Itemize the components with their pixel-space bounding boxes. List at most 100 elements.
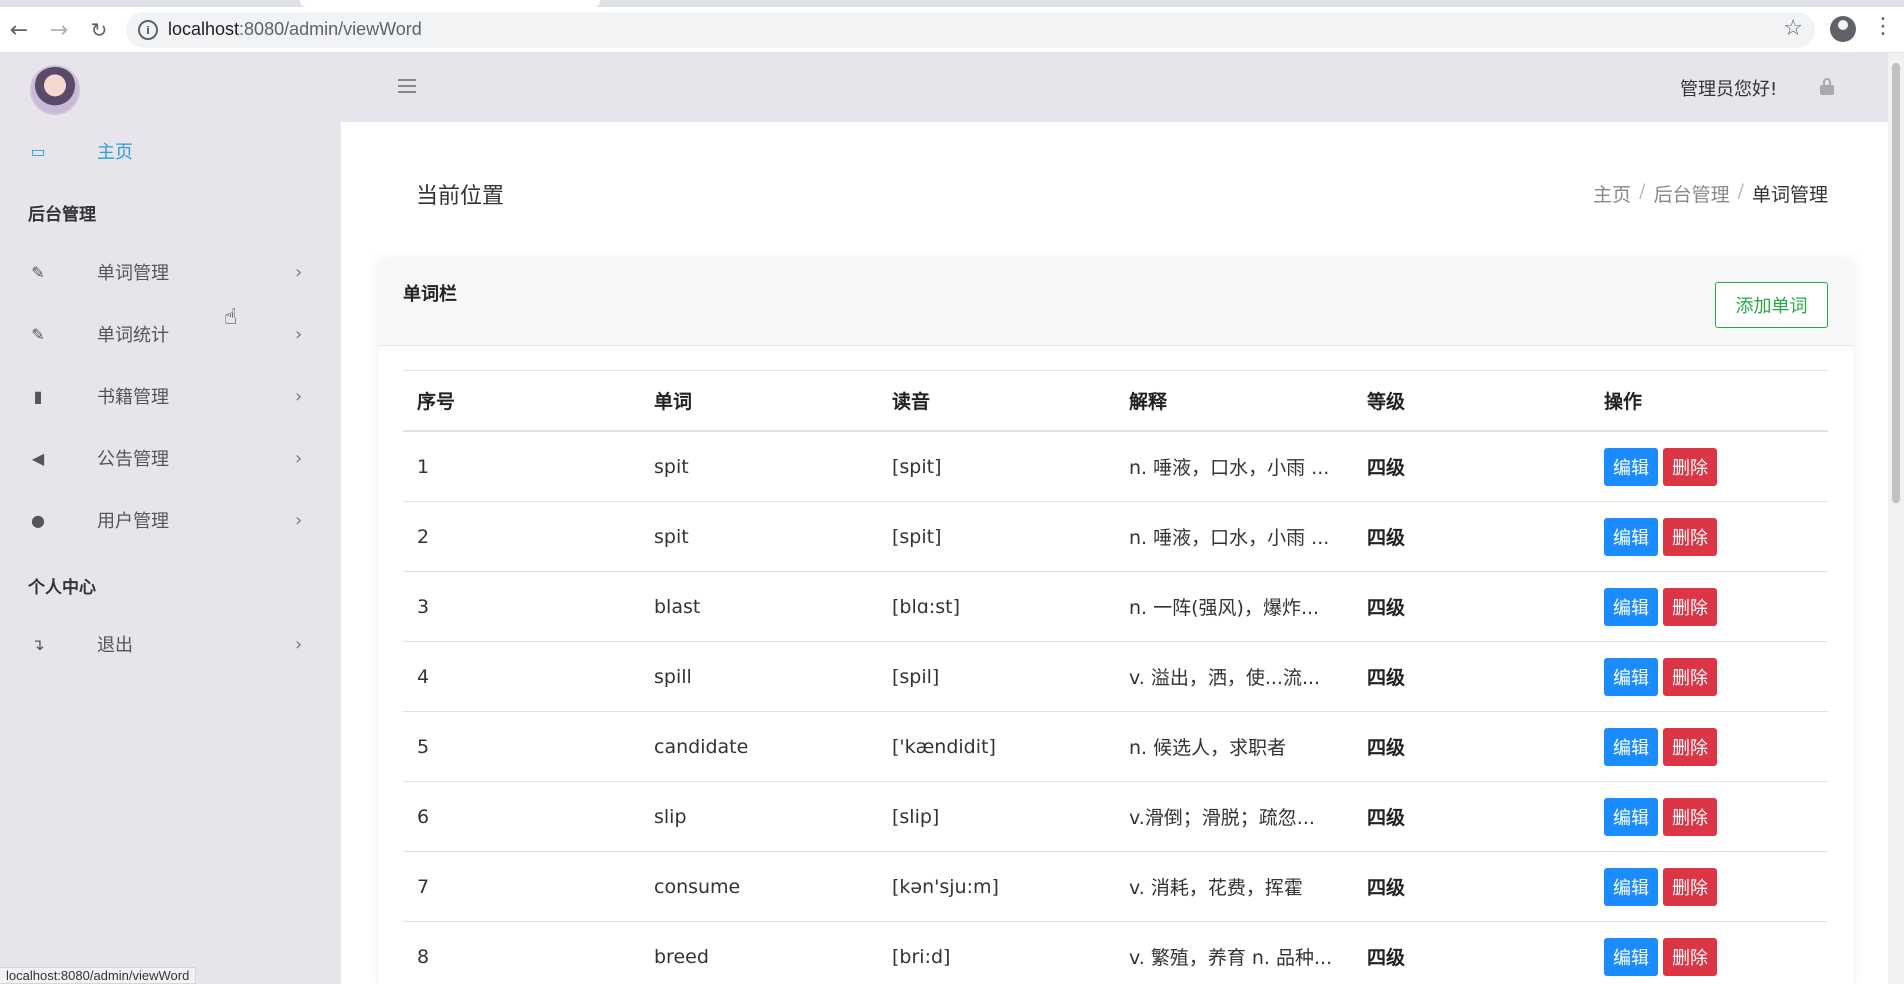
meaning-cell: v. 溢出，洒，使...流... xyxy=(1129,667,1321,689)
avatar[interactable] xyxy=(30,65,80,115)
sidebar-item-word-statistics[interactable]: ✎ 单词统计 › xyxy=(0,314,341,354)
row-number: 1 xyxy=(417,455,430,478)
main-content: 当前位置 主页 / 后台管理 / 单词管理 单词栏 添加单词 序号 单词 读音 解释… xyxy=(341,122,1888,984)
table-row: 6 slip [slip] v.滑倒；滑脱；疏忽... 四级 编辑 删除 xyxy=(403,782,1828,852)
meaning-cell: n. 一阵(强风)，爆炸... xyxy=(1129,597,1320,619)
breadcrumb-home[interactable]: 主页 xyxy=(1593,180,1631,207)
back-arrow-icon[interactable]: ← xyxy=(4,15,34,45)
meaning-cell: n. 候选人，求职者 xyxy=(1129,737,1287,759)
column-header: 单词 xyxy=(654,391,693,413)
column-header: 等级 xyxy=(1367,391,1406,413)
edit-button[interactable]: 编辑 xyxy=(1604,657,1658,696)
table-row: 5 candidate ['kændidit] n. 候选人，求职者 四级 编辑 删除 xyxy=(403,712,1828,782)
tab-strip xyxy=(0,0,1904,7)
actions-cell: 编辑 删除 xyxy=(1604,642,1824,711)
row-number: 5 xyxy=(417,735,430,758)
level-cell: 四级 xyxy=(1367,947,1406,969)
sidebar-item-home[interactable]: ▭ 主页 xyxy=(0,131,341,171)
word-cell: candidate xyxy=(654,735,749,758)
info-icon[interactable]: i xyxy=(138,20,158,40)
hamburger-menu-icon[interactable] xyxy=(398,79,416,93)
column-header: 序号 xyxy=(417,391,456,413)
level-cell: 四级 xyxy=(1367,807,1406,829)
breadcrumb-admin[interactable]: 后台管理 xyxy=(1654,180,1730,207)
phonetic-cell: [spil] xyxy=(892,665,940,688)
table-header: 序号 单词 读音 解释 等级 操作 xyxy=(403,370,1828,432)
sidebar-item-book-management[interactable]: ▮ 书籍管理 › xyxy=(0,376,341,416)
word-card: 单词栏 添加单词 序号 单词 读音 解释 等级 操作 1 spit [spit] n.… xyxy=(379,260,1853,984)
sidebar-item-word-management[interactable]: ✎ 单词管理 › xyxy=(0,252,341,292)
column-header: 读音 xyxy=(892,391,931,413)
phonetic-cell: [spit] xyxy=(892,455,942,478)
url-path: :8080/admin/viewWord xyxy=(239,19,422,39)
sidebar-item-label: 书籍管理 xyxy=(97,387,169,408)
vertical-scrollbar[interactable] xyxy=(1888,53,1904,984)
delete-button[interactable]: 删除 xyxy=(1663,937,1717,976)
chevron-right-icon: › xyxy=(295,385,303,407)
delete-button[interactable]: 删除 xyxy=(1663,517,1717,556)
table-row: 1 spit [spit] n. 唾液，口水，小雨 ... 四级 编辑 删除 xyxy=(403,432,1828,502)
delete-button[interactable]: 删除 xyxy=(1663,867,1717,906)
sidebar-item-user-management[interactable]: ● 用户管理 › xyxy=(0,500,341,540)
url-host: localhost xyxy=(168,19,240,39)
profile-avatar-icon[interactable] xyxy=(1830,16,1856,42)
word-cell: spill xyxy=(654,665,692,688)
meaning-cell: v. 繁殖，养育 n. 品种... xyxy=(1129,947,1333,969)
delete-button[interactable]: 删除 xyxy=(1663,587,1717,626)
add-word-button[interactable]: 添加单词 xyxy=(1715,282,1828,328)
sidebar-item-label: 用户管理 xyxy=(97,511,169,532)
actions-cell: 编辑 删除 xyxy=(1604,852,1824,921)
scrollbar-thumb[interactable] xyxy=(1892,63,1900,503)
admin-greeting: 管理员您好! xyxy=(1680,79,1778,100)
reload-icon[interactable]: ↻ xyxy=(84,15,114,45)
sidebar-item-logout[interactable]: ↴ 退出 › xyxy=(0,624,341,664)
table-row: 4 spill [spil] v. 溢出，洒，使...流... 四级 编辑 删除 xyxy=(403,642,1828,712)
browser-chrome: ← → ↻ i localhost:8080/admin/viewWord ☆ … xyxy=(0,0,1904,53)
bookmark-star-icon[interactable]: ☆ xyxy=(1783,16,1803,41)
edit-button[interactable]: 编辑 xyxy=(1604,797,1658,836)
phonetic-cell: ['kændidit] xyxy=(892,735,996,758)
edit-button[interactable]: 编辑 xyxy=(1604,867,1658,906)
edit-button[interactable]: 编辑 xyxy=(1604,587,1658,626)
word-table: 序号 单词 读音 解释 等级 操作 1 spit [spit] n. 唾液，口水，小雨… xyxy=(403,370,1828,984)
forward-arrow-icon[interactable]: → xyxy=(44,15,74,45)
page-title: 当前位置 xyxy=(416,184,505,209)
sidebar-section-admin: 后台管理 xyxy=(28,205,96,225)
table-row: 8 breed [bri:d] v. 繁殖，养育 n. 品种... 四级 编辑 删除 xyxy=(403,922,1828,984)
word-cell: breed xyxy=(654,945,709,968)
row-number: 3 xyxy=(417,595,430,618)
delete-button[interactable]: 删除 xyxy=(1663,447,1717,486)
word-cell: consume xyxy=(654,875,741,898)
word-cell: slip xyxy=(654,805,687,828)
active-tab[interactable] xyxy=(300,0,600,7)
edit-button[interactable]: 编辑 xyxy=(1604,937,1658,976)
card-title: 单词栏 xyxy=(403,284,457,305)
level-cell: 四级 xyxy=(1367,667,1406,689)
word-cell: spit xyxy=(654,525,689,548)
word-cell: blast xyxy=(654,595,701,618)
edit-button[interactable]: 编辑 xyxy=(1604,727,1658,766)
row-number: 4 xyxy=(417,665,430,688)
delete-button[interactable]: 删除 xyxy=(1663,727,1717,766)
address-bar[interactable]: i localhost:8080/admin/viewWord ☆ xyxy=(126,12,1815,48)
meaning-cell: v.滑倒；滑脱；疏忽... xyxy=(1129,807,1315,829)
phonetic-cell: [slip] xyxy=(892,805,940,828)
user-icon: ● xyxy=(31,510,45,530)
edit-button[interactable]: 编辑 xyxy=(1604,517,1658,556)
delete-button[interactable]: 删除 xyxy=(1663,657,1717,696)
lock-icon[interactable] xyxy=(1820,78,1834,95)
chevron-right-icon: › xyxy=(295,261,303,283)
actions-cell: 编辑 删除 xyxy=(1604,712,1824,781)
level-cell: 四级 xyxy=(1367,737,1406,759)
menu-kebab-icon[interactable]: ⋮ xyxy=(1872,14,1894,39)
sidebar-item-label: 公告管理 xyxy=(97,449,169,470)
breadcrumb-separator: / xyxy=(1639,180,1646,202)
sidebar-item-notice-management[interactable]: ◀ 公告管理 › xyxy=(0,438,341,478)
edit-button[interactable]: 编辑 xyxy=(1604,447,1658,486)
chevron-right-icon: › xyxy=(295,323,303,345)
row-number: 7 xyxy=(417,875,430,898)
sign-out-icon: ↴ xyxy=(31,634,45,654)
breadcrumb-current: 单词管理 xyxy=(1751,184,1828,206)
laptop-icon: ▭ xyxy=(30,141,46,161)
delete-button[interactable]: 删除 xyxy=(1663,797,1717,836)
